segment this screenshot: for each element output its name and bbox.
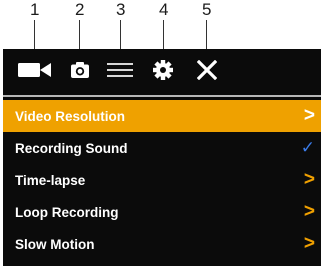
- settings-menu: Video Resolution > Recording Sound ✓ Tim…: [3, 100, 321, 260]
- tab-menu[interactable]: [105, 55, 135, 85]
- menu-item-label: Video Resolution: [15, 108, 126, 124]
- gear-icon: [153, 60, 173, 80]
- menu-item-loop-recording[interactable]: Loop Recording >: [3, 196, 321, 228]
- menu-item-recording-sound[interactable]: Recording Sound ✓: [3, 132, 321, 164]
- chevron-right-icon: >: [303, 233, 315, 254]
- callout-number-1: 1: [30, 0, 40, 19]
- tab-close[interactable]: [195, 55, 219, 85]
- menu-item-video-resolution[interactable]: Video Resolution >: [3, 100, 321, 132]
- menu-item-time-lapse[interactable]: Time-lapse >: [3, 164, 321, 196]
- menu-item-label: Loop Recording: [15, 204, 119, 220]
- tab-settings[interactable]: [149, 55, 177, 85]
- chevron-right-icon: >: [303, 105, 315, 126]
- callout-number-5: 5: [202, 0, 212, 19]
- camera-menu-screen: Video Resolution > Recording Sound ✓ Tim…: [3, 49, 321, 266]
- callout-number-4: 4: [159, 0, 169, 19]
- menu-item-label: Recording Sound: [15, 140, 128, 156]
- callout-number-3: 3: [116, 0, 126, 19]
- menu-icon: [107, 63, 133, 77]
- tab-photo[interactable]: [67, 55, 93, 85]
- chevron-right-icon: >: [303, 169, 315, 190]
- menu-item-label: Time-lapse: [15, 172, 86, 188]
- photo-camera-icon: [71, 62, 89, 78]
- close-icon: [197, 60, 217, 80]
- checkmark-icon: ✓: [300, 138, 315, 157]
- video-camera-icon: [18, 63, 51, 77]
- menu-item-slow-motion[interactable]: Slow Motion >: [3, 228, 321, 260]
- tab-bar: [3, 49, 321, 93]
- callout-number-2: 2: [75, 0, 85, 19]
- tab-divider: [3, 95, 321, 97]
- tab-video[interactable]: [15, 55, 55, 85]
- chevron-right-icon: >: [303, 201, 315, 222]
- menu-item-label: Slow Motion: [15, 236, 95, 252]
